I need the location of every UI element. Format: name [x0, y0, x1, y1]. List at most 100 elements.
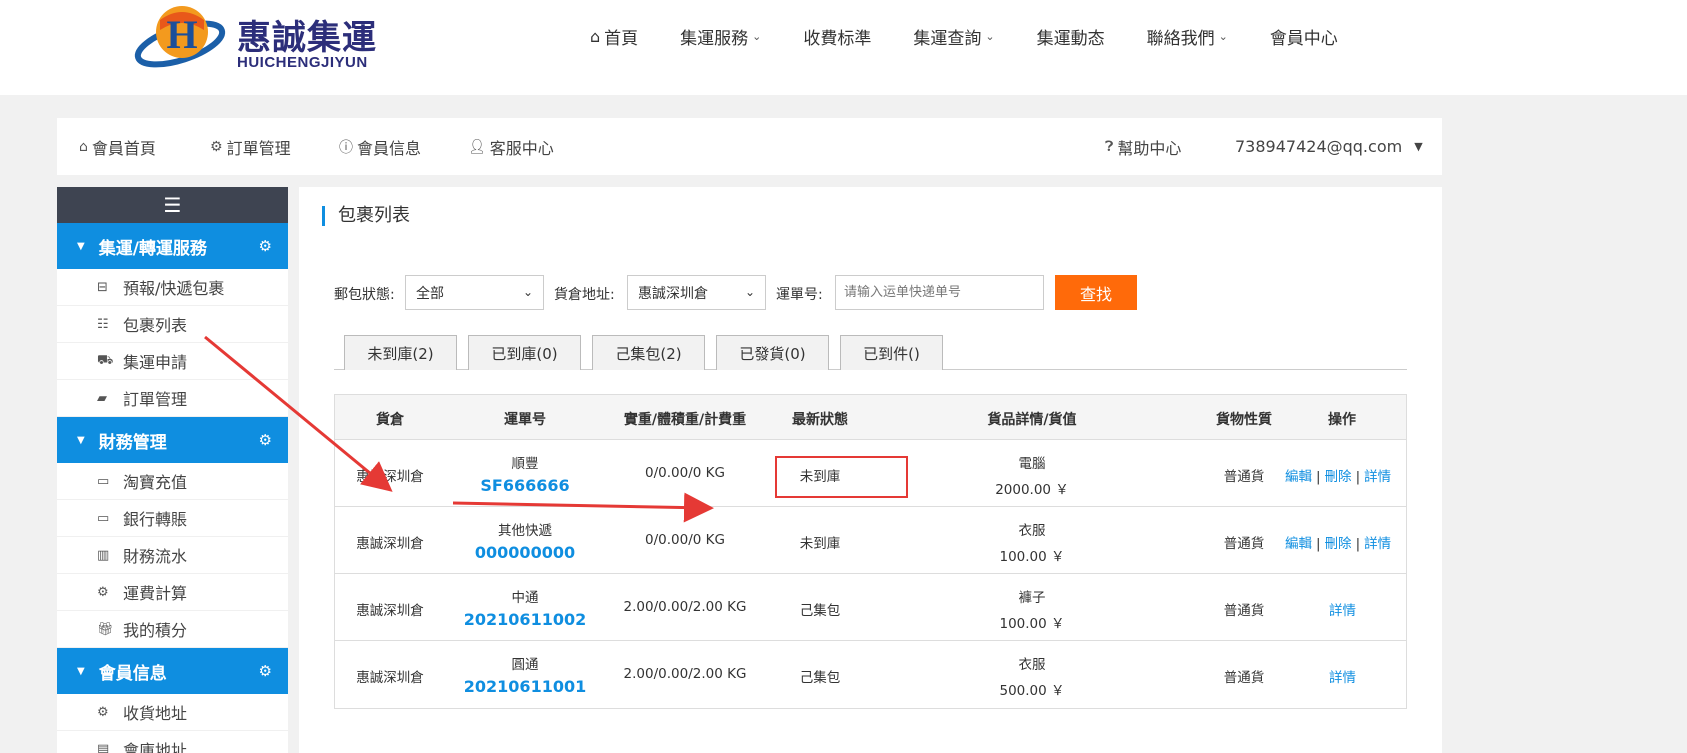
customer-service-link[interactable]: 👤︎ 客服中心 — [468, 118, 554, 175]
sidebar-item-warehouse-address[interactable]: ▤ 會庫地址 — [57, 731, 288, 753]
delete-link[interactable]: 刪除 — [1325, 469, 1352, 485]
logo-mark-letter: H — [166, 12, 197, 57]
tab-arrived[interactable]: 已到庫(0) — [468, 335, 581, 370]
tracking-number-link[interactable]: 20210611002 — [464, 610, 586, 629]
warehouse-filter-label: 貨倉地址: — [554, 287, 615, 303]
sidebar-item-parcel-list[interactable]: ☷ 包裹列表 — [57, 306, 288, 343]
sidebar-item-taobao-recharge[interactable]: ▭ 淘寶充值 — [57, 463, 288, 500]
details-link[interactable]: 詳情 — [1364, 469, 1391, 485]
gears-icon: ⚙ — [97, 704, 109, 720]
status-text: 己集包 — [799, 670, 841, 686]
sidebar-item-freight-calculator[interactable]: ⚙ 運費計算 — [57, 574, 288, 611]
inbox-icon: ⊟ — [97, 279, 108, 295]
row-actions: 詳情 — [1329, 599, 1356, 619]
column-header: 運單号 — [504, 412, 546, 428]
status-select[interactable]: 全部 ⌄ — [405, 275, 544, 310]
gear-icon: ⚙ — [258, 237, 272, 255]
logo-subtitle: HUICHENGJIYUN — [237, 54, 368, 71]
tab-consolidated[interactable]: 己集包(2) — [592, 335, 705, 370]
sidebar-item-shipping-address[interactable]: ⚙ 收貨地址 — [57, 694, 288, 731]
page-title: 包裹列表 — [322, 206, 410, 226]
nav-contact-us[interactable]: 聯絡我們 ⌄ — [1147, 22, 1228, 50]
nav-shipping-services[interactable]: 集運服務 ⌄ — [680, 22, 761, 50]
site-logo[interactable]: H 惠誠集運 HUICHENGJIYUN — [130, 0, 390, 78]
sidebar-group-member-info[interactable]: ▼ 會員信息 ⚙ — [57, 648, 288, 694]
row-actions: 編輯 | 刪除 | 詳情 — [1285, 536, 1392, 552]
account-menu[interactable]: 738947424@qq.com ▼ — [1235, 118, 1423, 175]
sidebar-item-my-points[interactable]: 🎁︎ 我的積分 — [57, 611, 288, 648]
sidebar-group-shipping[interactable]: ▼ 集運/轉運服務 ⚙ — [57, 223, 288, 269]
top-nav: ⌂ 首頁 集運服務 ⌄ 收費标準 集運查詢 ⌄ 集運動态 聯絡我們 ⌄ 會員中心 — [590, 22, 1380, 50]
sidebar-item-shipping-request[interactable]: ⛟ 集運申請 — [57, 343, 288, 380]
doc-icon: ▤ — [97, 741, 110, 753]
tab-delivered[interactable]: 已到件() — [840, 335, 943, 370]
nav-home[interactable]: ⌂ 首頁 — [590, 22, 638, 50]
info-icon: ⓘ — [339, 139, 353, 156]
nav-shipping-query[interactable]: 集運查詢 ⌄ — [913, 22, 994, 50]
sidebar-item-order-management[interactable]: ▰ 訂單管理 — [57, 380, 288, 417]
order-management-link[interactable]: ⚙ 訂單管理 — [210, 118, 291, 175]
row-actions: 編輯 | 刪除 | 詳情 — [1285, 469, 1392, 485]
home-icon: ⌂ — [79, 138, 88, 155]
sidebar-group-finance[interactable]: ▼ 財務管理 ⚙ — [57, 417, 288, 463]
caret-down-icon: ▼ — [77, 240, 85, 252]
parcel-table: 貨倉 運單号 實重/體積重/計費重 最新狀態 貨品詳情/貨值 貨物性質 操作 惠… — [334, 394, 1407, 709]
user-icon: 👤︎ — [468, 138, 486, 155]
sidebar-item-bank-transfer[interactable]: ▭ 銀行轉賬 — [57, 500, 288, 537]
caret-down-icon: ▼ — [77, 665, 85, 677]
status-text: 未到庫 — [799, 469, 841, 485]
gear-icon: ⚙ — [258, 431, 272, 449]
tab-not-arrived[interactable]: 未到庫(2) — [344, 335, 457, 370]
filter-bar: 郵包狀態: 全部 ⌄ 貨倉地址: 惠誠深圳倉 ⌄ 運單号: 查找 — [334, 275, 1434, 310]
member-info-link[interactable]: ⓘ 會員信息 — [339, 118, 421, 175]
column-header: 貨品詳情/貨值 — [987, 412, 1077, 428]
table-row: 惠誠深圳倉 其他快遞 000000000 0/0.00/0 KG 未到庫 衣服 … — [335, 507, 1406, 574]
delete-link[interactable]: 刪除 — [1325, 536, 1352, 552]
status-tabs: 未到庫(2) 已到庫(0) 己集包(2) 已發貨(0) 已到件() — [334, 335, 1407, 370]
column-header: 實重/體積重/計費重 — [623, 412, 747, 428]
edit-link[interactable]: 編輯 — [1285, 469, 1312, 485]
status-text: 未到庫 — [799, 536, 841, 552]
tracking-number-link[interactable]: SF666666 — [480, 476, 569, 495]
details-link[interactable]: 詳情 — [1364, 536, 1391, 552]
warehouse-select[interactable]: 惠誠深圳倉 ⌄ — [627, 275, 766, 310]
card-icon: ▭ — [97, 510, 110, 526]
gear-icon: ⚙ — [258, 662, 272, 680]
tracking-number-input[interactable] — [835, 275, 1044, 310]
table-row: 惠誠深圳倉 中通 20210611002 2.00/0.00/2.00 KG 己… — [335, 574, 1406, 641]
sidebar-item-forecast-parcel[interactable]: ⊟ 預報/快遞包裹 — [57, 269, 288, 306]
list-icon: ☷ — [97, 316, 109, 332]
caret-down-icon: ▼ — [77, 434, 85, 446]
sidebar-item-finance-flow[interactable]: ▥ 財務流水 — [57, 537, 288, 574]
column-header: 貨倉 — [376, 412, 404, 428]
member-home-link[interactable]: ⌂ 會員首頁 — [79, 118, 156, 175]
details-link[interactable]: 詳情 — [1329, 670, 1356, 686]
edit-link[interactable]: 編輯 — [1285, 536, 1312, 552]
column-header: 操作 — [1328, 412, 1356, 428]
tracking-number-link[interactable]: 000000000 — [475, 543, 575, 562]
search-button[interactable]: 查找 — [1055, 275, 1137, 310]
gift-icon: 🎁︎ — [97, 621, 114, 637]
tab-shipped[interactable]: 已發貨(0) — [716, 335, 829, 370]
nav-shipping-news[interactable]: 集運動态 — [1037, 22, 1105, 50]
member-bar: ⌂ 會員首頁 ⚙ 訂單管理 ⓘ 會員信息 👤︎ 客服中心 ❓︎ 幫助中心 73894742… — [57, 118, 1442, 175]
chevron-down-icon: ⌄ — [985, 29, 995, 43]
nav-member-center[interactable]: 會員中心 — [1270, 22, 1338, 50]
main-panel: 包裹列表 郵包狀態: 全部 ⌄ 貨倉地址: 惠誠深圳倉 ⌄ 運單号: 查找 未到… — [299, 187, 1442, 753]
logo-mark-icon: H — [134, 6, 226, 68]
row-actions: 詳情 — [1329, 666, 1356, 686]
chevron-down-icon: ⌄ — [752, 29, 762, 43]
caret-down-icon: ▼ — [1414, 140, 1423, 153]
chevron-down-icon: ⌄ — [1218, 29, 1228, 43]
gears-icon: ⚙ — [97, 584, 109, 600]
help-center-link[interactable]: ❓︎ 幫助中心 — [1105, 118, 1181, 175]
sidebar-toggle-button[interactable]: ☰ — [57, 187, 288, 223]
book-icon: ▰ — [97, 390, 107, 406]
status-filter-label: 郵包狀態: — [334, 287, 395, 303]
tracking-number-link[interactable]: 20210611001 — [464, 677, 586, 696]
card-icon: ▭ — [97, 473, 110, 489]
nav-pricing[interactable]: 收費标準 — [803, 22, 871, 50]
table-row: 惠誠深圳倉 順豐 SF666666 0/0.00/0 KG 未到庫 電腦 200… — [335, 440, 1406, 507]
details-link[interactable]: 詳情 — [1329, 603, 1356, 619]
column-header: 最新狀態 — [792, 412, 848, 428]
